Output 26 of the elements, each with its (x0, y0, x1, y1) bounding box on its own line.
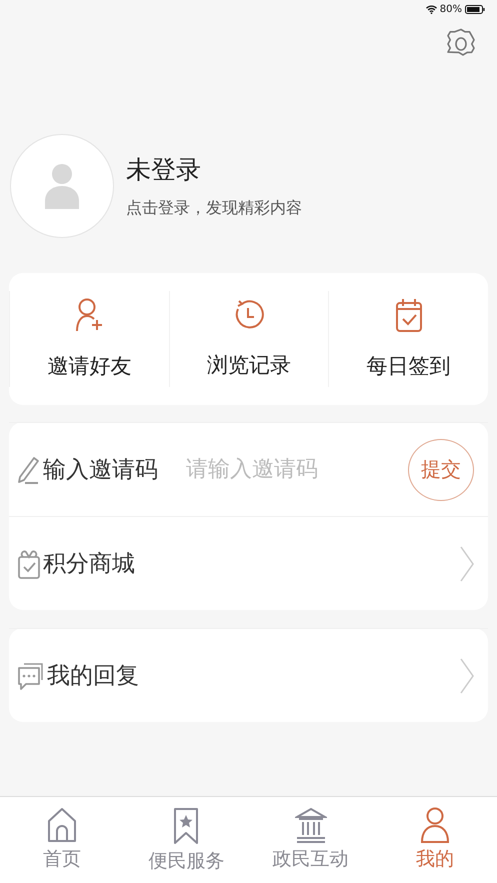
calendar-check-icon (394, 298, 423, 332)
chevron-right-icon[interactable] (460, 658, 474, 694)
field-label: 输入邀请码 (43, 456, 158, 485)
menu-label[interactable]: 我的回复 (47, 660, 139, 691)
quick-action[interactable]: 浏览记录 (168, 291, 328, 387)
pencil-icon (17, 454, 41, 484)
wifi-icon (426, 4, 437, 14)
menu-label[interactable]: 积分商城 (43, 548, 135, 579)
login-status[interactable]: 未登录 (126, 153, 302, 186)
home-icon (47, 807, 78, 843)
quick-action[interactable]: 邀请好友 (9, 291, 169, 387)
battery-icon (465, 4, 485, 14)
quick-action[interactable]: 每日签到 (328, 291, 488, 387)
person-icon (45, 163, 79, 209)
clock-icon (234, 299, 264, 331)
add-user-icon (75, 298, 104, 332)
bookmark-star-icon (173, 807, 200, 845)
building-icon (294, 807, 327, 843)
person-icon (420, 807, 450, 843)
gift-icon (17, 548, 41, 580)
submit-button[interactable]: 提交 (408, 438, 474, 500)
tab[interactable]: 我的 (372, 797, 497, 883)
battery-level: 80% (440, 4, 462, 14)
login-hint: 点击登录，发现精彩内容 (126, 198, 302, 219)
chevron-right-icon[interactable] (460, 546, 474, 582)
invite-code-field[interactable]: 请输入邀请码 (184, 456, 378, 483)
